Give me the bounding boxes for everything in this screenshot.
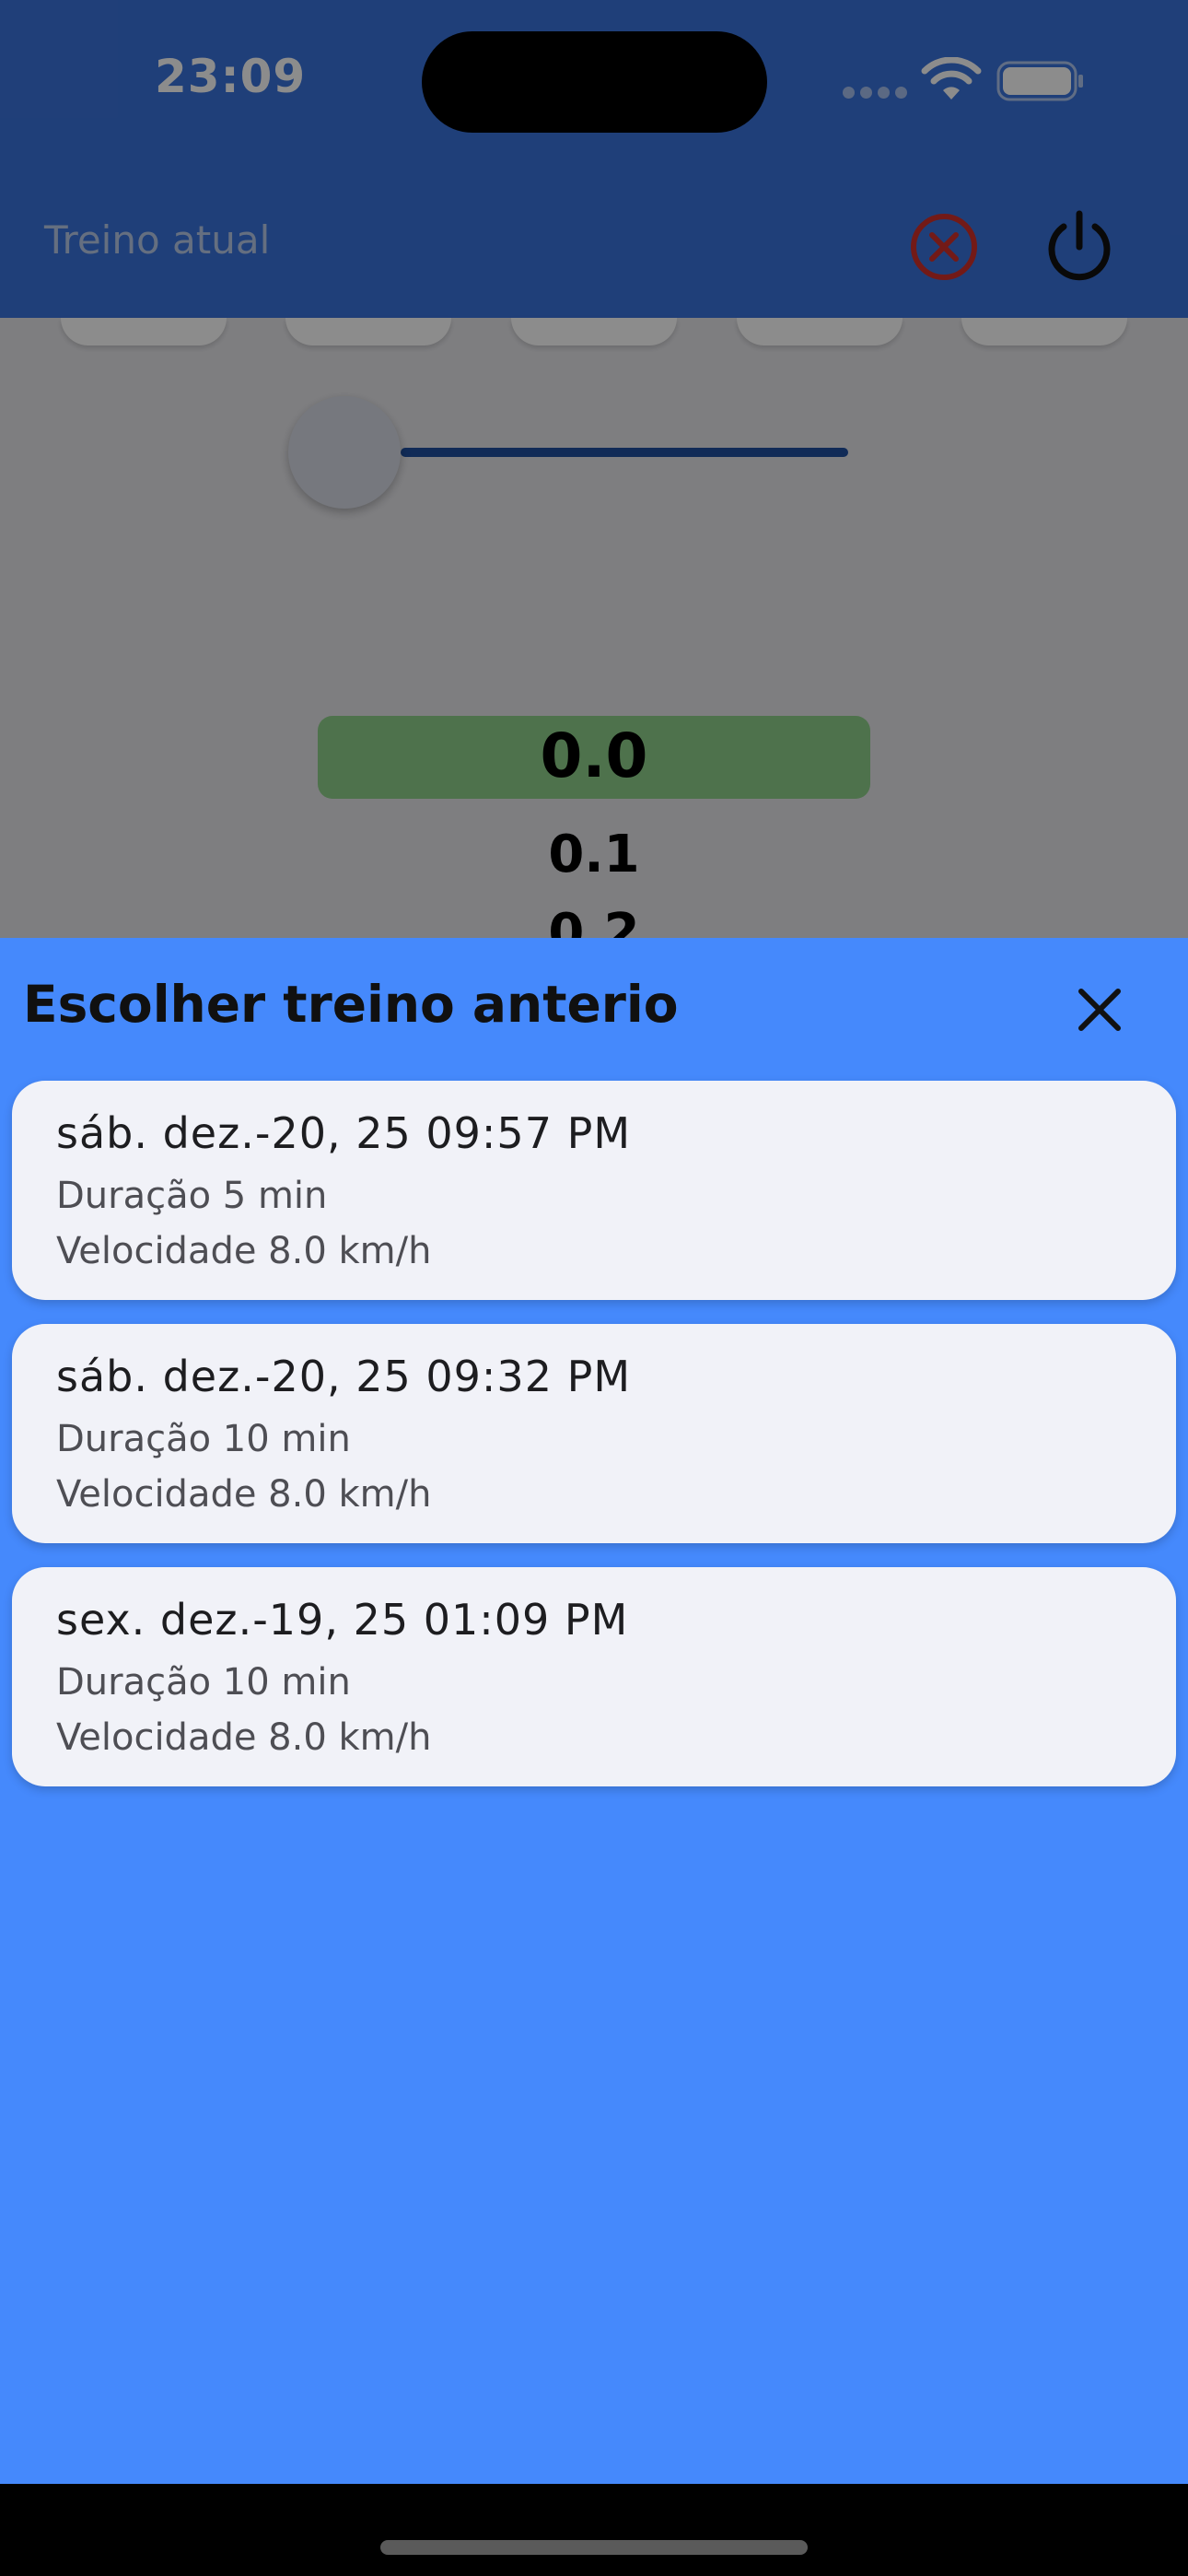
workout-duration: Duração 10 min — [56, 1418, 351, 1460]
workout-card[interactable]: sex. dez.-19, 25 01:09 PM Duração 10 min… — [12, 1567, 1176, 1786]
workout-date: sáb. dez.-20, 25 09:32 PM — [56, 1352, 632, 1401]
workout-card[interactable]: sáb. dez.-20, 25 09:32 PM Duração 10 min… — [12, 1324, 1176, 1543]
close-icon[interactable] — [1070, 980, 1129, 1039]
modal-scrim[interactable] — [0, 0, 1188, 938]
workout-card[interactable]: sáb. dez.-20, 25 09:57 PM Duração 5 min … — [12, 1081, 1176, 1300]
workout-date: sáb. dez.-20, 25 09:57 PM — [56, 1108, 632, 1158]
sheet-title: Escolher treino anterio — [23, 975, 679, 1034]
workout-speed: Velocidade 8.0 km/h — [56, 1473, 432, 1516]
previous-workout-sheet: Escolher treino anterio sáb. dez.-20, 25… — [0, 938, 1188, 2484]
home-indicator-area — [0, 2484, 1188, 2576]
workout-duration: Duração 10 min — [56, 1661, 351, 1704]
workout-speed: Velocidade 8.0 km/h — [56, 1716, 432, 1759]
workout-duration: Duração 5 min — [56, 1175, 328, 1217]
home-indicator[interactable] — [380, 2540, 808, 2555]
workout-date: sex. dez.-19, 25 01:09 PM — [56, 1595, 629, 1645]
workout-speed: Velocidade 8.0 km/h — [56, 1230, 432, 1272]
